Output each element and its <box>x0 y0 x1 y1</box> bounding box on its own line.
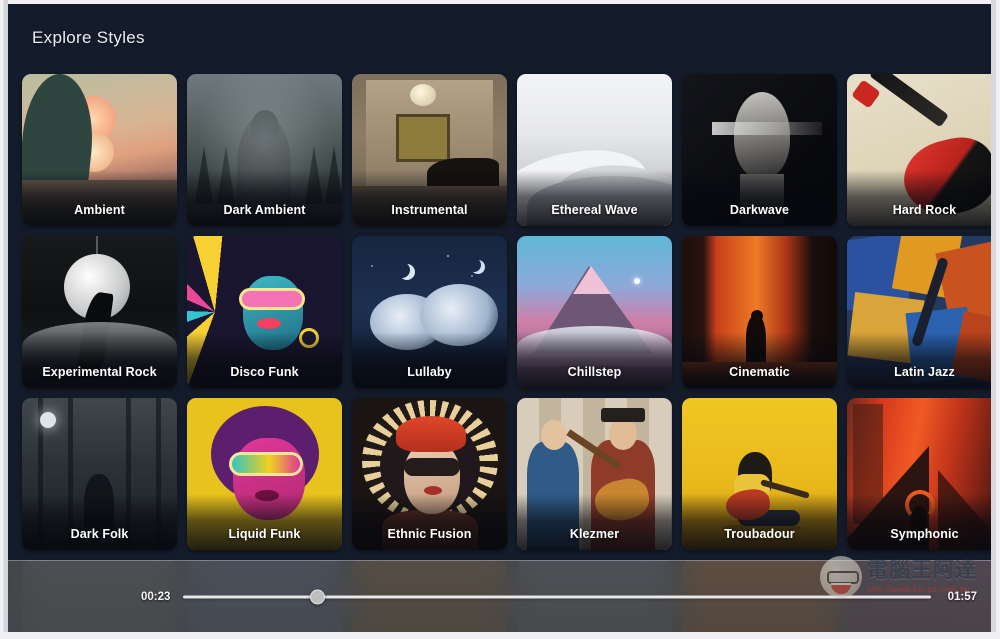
seek-track[interactable] <box>183 595 931 598</box>
style-card-scrim <box>847 170 991 226</box>
style-card[interactable]: Troubadour <box>682 398 837 550</box>
style-card-scrim <box>352 494 507 550</box>
style-card-scrim <box>847 332 991 388</box>
style-card-label: Ethereal Wave <box>551 203 638 217</box>
style-card-label: Latin Jazz <box>894 365 955 379</box>
style-card[interactable]: Lullaby <box>352 236 507 388</box>
style-grid: Ambient Dark Ambient Instrumental Ethereal … <box>22 74 991 632</box>
style-card-scrim <box>847 494 991 550</box>
style-card[interactable]: Chillstep <box>517 236 672 388</box>
style-card-label: Troubadour <box>724 527 795 541</box>
style-card-label: Liquid Funk <box>228 527 301 541</box>
style-card-scrim <box>682 170 837 226</box>
style-card[interactable]: Experimental Rock <box>22 236 177 388</box>
window-frame-bottom <box>0 632 1000 639</box>
style-card-label: Ambient <box>74 203 125 217</box>
style-card-label: Cinematic <box>729 365 790 379</box>
style-card-label: Experimental Rock <box>42 365 157 379</box>
style-card-label: Instrumental <box>391 203 468 217</box>
style-card-label: Dark Folk <box>70 527 129 541</box>
style-card-label: Lullaby <box>407 365 452 379</box>
style-card[interactable]: Cinematic <box>682 236 837 388</box>
player-total-time: 01:57 <box>947 590 977 603</box>
style-card-label: Hard Rock <box>892 203 957 217</box>
style-card-scrim <box>517 494 672 550</box>
style-card[interactable]: Liquid Funk <box>187 398 342 550</box>
style-card-scrim <box>187 494 342 550</box>
content-viewport: Explore Styles Ambient Dark Ambient Instru… <box>8 4 991 632</box>
player-current-time: 00:23 <box>141 590 171 603</box>
app-window: Explore Styles Ambient Dark Ambient Instru… <box>0 0 1000 639</box>
style-card-scrim <box>187 332 342 388</box>
style-card[interactable]: Instrumental <box>352 74 507 226</box>
style-card-scrim <box>682 332 837 388</box>
style-card-scrim <box>517 332 672 388</box>
style-card[interactable]: Klezmer <box>517 398 672 550</box>
player-bar: 00:23 01:57 <box>8 560 991 632</box>
style-card[interactable]: Disco Funk <box>187 236 342 388</box>
style-card-scrim <box>22 170 177 226</box>
seek-thumb[interactable] <box>310 589 326 604</box>
player-seek-slider[interactable] <box>183 588 931 606</box>
style-card-label: Symphonic <box>890 527 959 541</box>
style-card-scrim <box>352 170 507 226</box>
style-card-scrim <box>22 332 177 388</box>
style-card-label: Klezmer <box>569 527 620 541</box>
style-card[interactable]: Dark Ambient <box>187 74 342 226</box>
style-card[interactable]: Darkwave <box>682 74 837 226</box>
style-card[interactable]: Dark Folk <box>22 398 177 550</box>
style-card-scrim <box>352 332 507 388</box>
style-card-label: Chillstep <box>567 365 622 379</box>
style-card-label: Disco Funk <box>230 365 299 379</box>
style-card-scrim <box>187 170 342 226</box>
style-card-scrim <box>682 494 837 550</box>
window-frame-right <box>991 0 1000 639</box>
page-title: Explore Styles <box>32 28 145 47</box>
style-card[interactable]: Symphonic <box>847 398 991 550</box>
style-card[interactable]: Ethereal Wave <box>517 74 672 226</box>
style-card-label: Dark Ambient <box>223 203 306 217</box>
style-card-scrim <box>22 494 177 550</box>
style-card[interactable]: Ethnic Fusion <box>352 398 507 550</box>
style-card[interactable]: Latin Jazz <box>847 236 991 388</box>
style-card-label: Darkwave <box>729 203 790 217</box>
style-card[interactable]: Hard Rock <box>847 74 991 226</box>
style-card-label: Ethnic Fusion <box>387 527 472 541</box>
style-card[interactable]: Ambient <box>22 74 177 226</box>
style-card-scrim <box>517 170 672 226</box>
